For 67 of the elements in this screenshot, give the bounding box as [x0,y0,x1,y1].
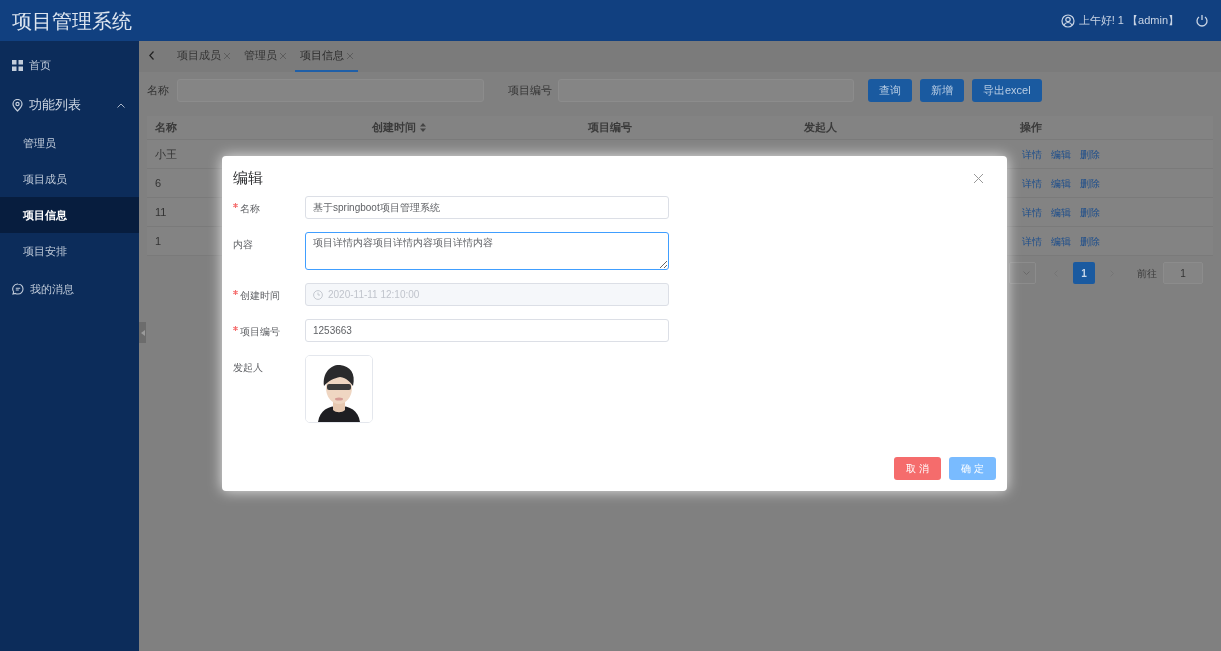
field-label: 发起人 [233,361,263,375]
column-header: 发起人 [804,120,837,136]
button[interactable]: 查询 [868,78,912,102]
submenu-item[interactable]: 项目成员 [0,161,139,197]
goto-label: 前往 [1137,266,1157,281]
button[interactable]: 新增 [920,78,964,102]
location-pin-icon [12,98,23,112]
close-icon[interactable] [224,52,230,59]
page-size-select[interactable] [1009,262,1036,284]
table-cell-text: 1 [155,233,162,249]
field-label: 名称 [147,82,169,98]
grid-icon [12,59,23,71]
column-header: 项目编号 [588,120,632,136]
input-field[interactable]: 基于springboot项目管理系统 [305,196,669,219]
close-icon[interactable] [280,52,286,59]
input-field[interactable]: 1253663 [305,319,669,342]
action-link[interactable]: 编辑 [1051,175,1071,191]
close-icon[interactable] [347,52,353,59]
action-link[interactable]: 删除 [1080,233,1100,249]
action-link[interactable]: 详情 [1022,146,1042,162]
page-button[interactable]: 1 [1073,262,1095,284]
submenu-item[interactable]: 项目信息 [0,197,139,233]
action-link[interactable]: 详情 [1022,233,1042,249]
action-link[interactable]: 删除 [1080,204,1100,220]
chevron-up-icon [117,102,125,108]
sidebar-item[interactable]: 我的消息 [0,269,139,309]
collapse-handle[interactable] [139,322,146,343]
power-icon[interactable] [1195,13,1209,28]
sidebar-item[interactable]: 功能列表 [0,85,139,125]
tab[interactable]: 管理员 [239,41,291,72]
user-greeting[interactable]: 上午好! 1 【admin】 [1078,12,1179,29]
action-link[interactable]: 编辑 [1051,146,1071,162]
action-link[interactable]: 删除 [1080,175,1100,191]
action-link[interactable]: 编辑 [1051,233,1071,249]
column-header: 名称 [155,120,177,136]
action-link[interactable]: 详情 [1022,204,1042,220]
table-cell-text: 小王 [155,146,177,162]
text-area[interactable]: 项目详情内容项目详情内容项目详情内容 [305,232,669,270]
column-header: 操作 [1020,120,1042,136]
page-input[interactable]: 1 [1163,262,1203,284]
action-link[interactable]: 详情 [1022,175,1042,191]
field-label: 名称 [240,202,260,216]
clock-icon [313,289,323,300]
chat-icon [12,283,24,295]
close-icon[interactable] [974,173,983,183]
field-label: 内容 [233,238,253,252]
app-title: 项目管理系统 [12,8,132,34]
tab[interactable]: 项目信息 [295,41,358,72]
submenu-item[interactable]: 项目安排 [0,233,139,269]
user-icon [1060,13,1075,28]
table-cell-text: 6 [155,175,162,191]
sort-icon[interactable] [420,123,426,132]
dialog-title: 编辑 [233,167,263,188]
field-label: 项目编号 [240,325,280,339]
button[interactable]: 导出excel [972,78,1042,102]
dialog-button[interactable]: 确 定 [949,457,996,480]
action-link[interactable]: 编辑 [1051,204,1071,220]
sidebar-item[interactable]: 首页 [0,45,139,85]
column-header[interactable]: 创建时间 [372,119,426,136]
submenu-item[interactable]: 管理员 [0,125,139,161]
image-thumbnail[interactable] [305,355,373,423]
field-label: 项目编号 [508,82,552,98]
table-cell-text: 11 [155,204,167,220]
field-label: 创建时间 [240,289,280,303]
action-link[interactable]: 删除 [1080,146,1100,162]
dialog-button[interactable]: 取 消 [894,457,942,480]
tab[interactable]: 项目成员 [172,41,235,72]
